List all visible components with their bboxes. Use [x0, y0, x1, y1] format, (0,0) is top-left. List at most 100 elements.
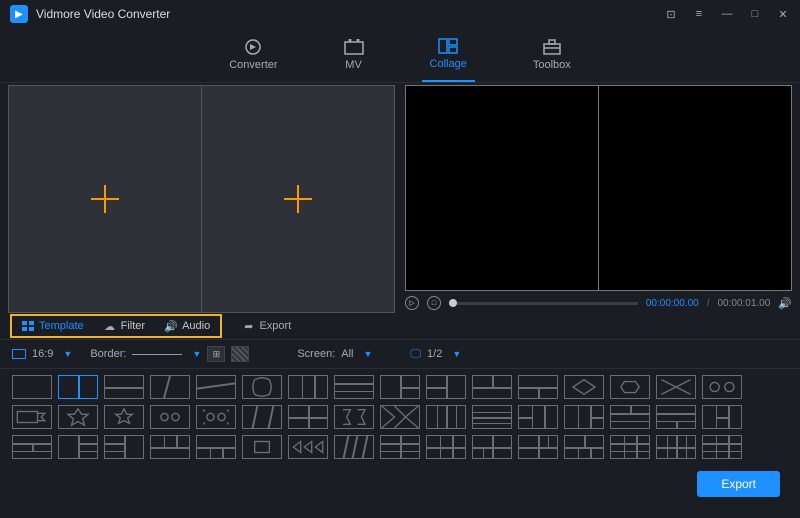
template-item[interactable] [12, 375, 52, 399]
template-item[interactable] [242, 435, 282, 459]
template-item[interactable] [702, 435, 742, 459]
template-item[interactable] [288, 405, 328, 429]
template-item[interactable] [12, 435, 52, 459]
collage-slot-1[interactable] [9, 86, 202, 312]
page-dropdown[interactable]: 1/2▼ [427, 348, 461, 360]
template-item[interactable] [150, 405, 190, 429]
template-item[interactable] [334, 435, 374, 459]
template-item[interactable] [196, 405, 236, 429]
preview-panel: ▷ □ 00:00:00.00/00:00:01.00 🔊 [405, 85, 792, 313]
main-tabs: Converter MV Collage Toolbox [0, 28, 800, 83]
template-item[interactable] [702, 375, 742, 399]
template-item[interactable] [196, 375, 236, 399]
aspect-ratio-selector[interactable]: 16:9 ▼ [12, 348, 72, 360]
tab-collage[interactable]: Collage [422, 28, 475, 82]
template-item-selected[interactable] [58, 375, 98, 399]
template-item[interactable] [242, 405, 282, 429]
template-item[interactable] [12, 405, 52, 429]
template-item[interactable] [518, 375, 558, 399]
template-item[interactable] [518, 405, 558, 429]
template-item[interactable] [104, 435, 144, 459]
template-item[interactable] [472, 435, 512, 459]
template-icon [22, 320, 34, 332]
play-button[interactable]: ▷ [405, 296, 419, 310]
template-item[interactable] [564, 405, 604, 429]
mode-label: Template [39, 320, 84, 332]
tab-mv[interactable]: MV [336, 28, 372, 82]
border-style-button[interactable]: ⊞ [207, 346, 225, 362]
chevron-down-icon: ▼ [364, 349, 373, 359]
player-controls: ▷ □ 00:00:00.00/00:00:01.00 🔊 [405, 293, 792, 313]
title-bar: ▶ Vidmore Video Converter ⊡ ≡ — □ ✕ [0, 0, 800, 28]
template-item[interactable] [150, 375, 190, 399]
template-item[interactable] [610, 375, 650, 399]
tab-toolbox[interactable]: Toolbox [525, 28, 579, 82]
template-item[interactable] [564, 435, 604, 459]
template-item[interactable] [426, 435, 466, 459]
volume-icon[interactable]: 🔊 [778, 297, 792, 310]
template-item[interactable] [150, 435, 190, 459]
export-button[interactable]: Export [697, 471, 780, 497]
template-item[interactable] [656, 435, 696, 459]
template-item[interactable] [104, 375, 144, 399]
template-item[interactable] [288, 375, 328, 399]
preview-area [405, 85, 792, 291]
add-icon [91, 185, 119, 213]
screen-dropdown[interactable]: All ▼ [341, 348, 372, 360]
template-item[interactable] [610, 435, 650, 459]
mode-audio[interactable]: 🔊 Audio [155, 316, 220, 336]
border-label: Border: [90, 348, 126, 360]
converter-icon [243, 39, 263, 55]
border-dropdown[interactable]: ▼ [132, 349, 201, 359]
template-item[interactable] [380, 405, 420, 429]
mode-template[interactable]: Template [12, 316, 94, 336]
template-item[interactable] [288, 435, 328, 459]
template-item[interactable] [334, 375, 374, 399]
chevron-down-icon: ▼ [192, 349, 201, 359]
template-item[interactable] [518, 435, 558, 459]
template-item[interactable] [58, 405, 98, 429]
export-tab[interactable]: ➦ Export [244, 320, 291, 333]
template-item[interactable] [380, 435, 420, 459]
template-item[interactable] [334, 405, 374, 429]
minimize-icon[interactable]: — [720, 7, 734, 21]
template-item[interactable] [656, 405, 696, 429]
template-item[interactable] [610, 405, 650, 429]
template-item[interactable] [564, 375, 604, 399]
template-item[interactable] [472, 375, 512, 399]
template-item[interactable] [426, 375, 466, 399]
template-item[interactable] [196, 435, 236, 459]
template-item[interactable] [702, 405, 742, 429]
page-selector: 🖵 1/2▼ [410, 348, 461, 361]
stop-button[interactable]: □ [427, 296, 441, 310]
mode-group-highlight: Template ☁ Filter 🔊 Audio [10, 314, 222, 338]
ratio-value: 16:9 [32, 348, 53, 360]
template-item[interactable] [472, 405, 512, 429]
chevron-down-icon: ▼ [452, 349, 461, 359]
window-buttons: ⊡ ≡ — □ ✕ [664, 7, 790, 21]
workspace: ▷ □ 00:00:00.00/00:00:01.00 🔊 [0, 83, 800, 313]
template-item[interactable] [104, 405, 144, 429]
tab-converter[interactable]: Converter [221, 28, 285, 82]
menu-icon[interactable]: ≡ [692, 7, 706, 21]
progress-bar[interactable] [449, 302, 638, 305]
app-logo: ▶ [10, 5, 28, 23]
mode-row: Template ☁ Filter 🔊 Audio ➦ Export [0, 313, 800, 339]
template-item[interactable] [380, 375, 420, 399]
progress-handle[interactable] [449, 299, 457, 307]
template-item[interactable] [656, 375, 696, 399]
mode-filter[interactable]: ☁ Filter [94, 316, 155, 336]
options-row: 16:9▼ Border: ▼ ⊞ Screen: All▼ 🖵 1/2▼ [0, 339, 800, 369]
template-item[interactable] [242, 375, 282, 399]
border-hatch-button[interactable] [231, 346, 249, 362]
template-row [12, 435, 788, 459]
collage-slot-2[interactable] [202, 86, 394, 312]
template-item[interactable] [58, 435, 98, 459]
maximize-icon[interactable]: □ [748, 7, 762, 21]
tab-label: Toolbox [533, 59, 571, 71]
template-item[interactable] [426, 405, 466, 429]
close-icon[interactable]: ✕ [776, 7, 790, 21]
chevron-down-icon: ▼ [63, 349, 72, 359]
screen-value: All [341, 348, 353, 360]
feedback-icon[interactable]: ⊡ [664, 7, 678, 21]
